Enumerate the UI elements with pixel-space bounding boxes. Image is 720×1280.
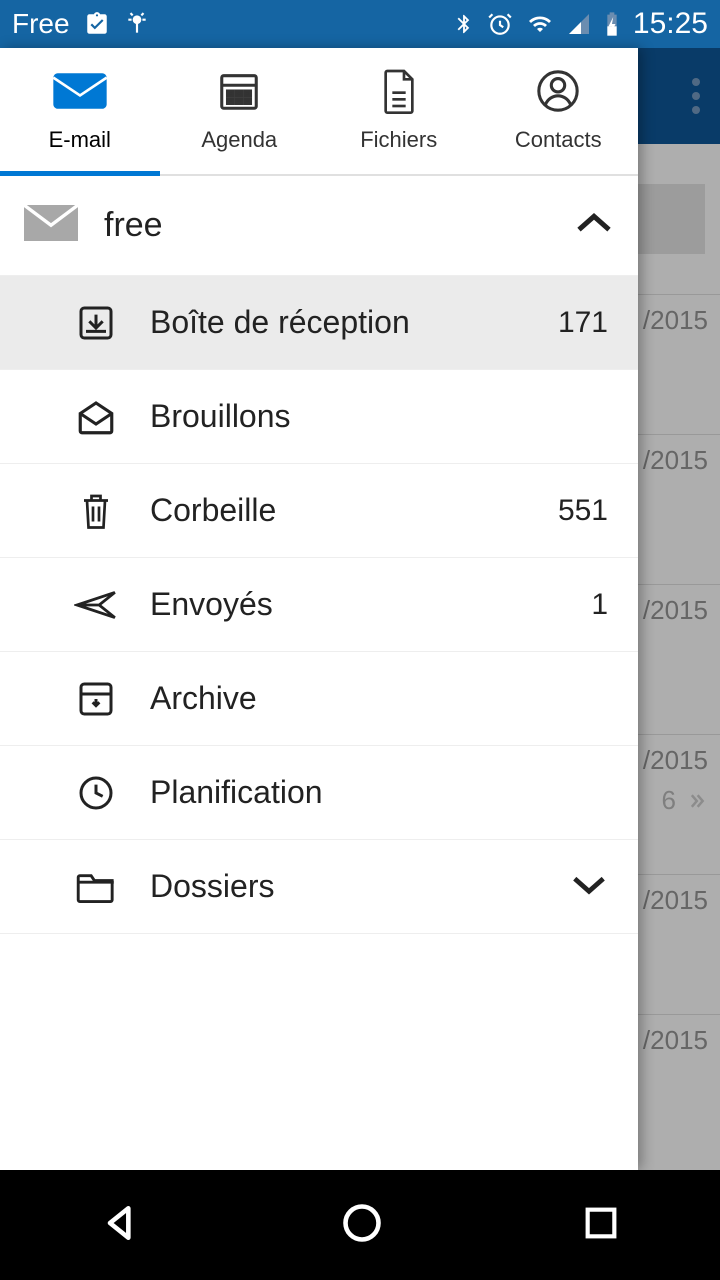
folder-label: Corbeille	[150, 492, 526, 529]
chevron-up-icon	[574, 210, 614, 241]
folder-archive[interactable]: Archive	[0, 652, 638, 746]
folder-count: 171	[558, 306, 608, 340]
clipboard-icon	[84, 11, 110, 37]
sent-icon	[74, 587, 118, 623]
more-icon[interactable]	[692, 78, 700, 114]
debug-icon	[124, 11, 150, 37]
mail-icon	[52, 69, 108, 113]
account-name: free	[104, 206, 548, 245]
person-icon	[535, 69, 581, 113]
tab-agenda[interactable]: Agenda	[160, 48, 320, 174]
back-button[interactable]	[99, 1201, 143, 1250]
tab-label: Agenda	[201, 127, 277, 153]
folder-list: Boîte de réception 171 Brouillons Corbei…	[0, 276, 638, 1170]
archive-icon	[74, 679, 118, 719]
home-button[interactable]	[340, 1201, 384, 1250]
folder-scheduled[interactable]: Planification	[0, 746, 638, 840]
status-bar: Free 15:25	[0, 0, 720, 48]
folder-label: Planification	[150, 774, 608, 811]
tab-label: E-mail	[49, 127, 111, 153]
clock-icon	[74, 773, 118, 813]
calendar-icon	[216, 69, 262, 113]
file-icon	[379, 69, 419, 113]
bluetooth-icon	[453, 11, 475, 37]
inbox-icon	[74, 303, 118, 343]
wifi-icon	[525, 12, 555, 36]
folder-trash[interactable]: Corbeille 551	[0, 464, 638, 558]
folder-drafts[interactable]: Brouillons	[0, 370, 638, 464]
tab-contacts[interactable]: Contacts	[479, 48, 639, 174]
mail-grey-icon	[24, 204, 78, 247]
drafts-icon	[74, 398, 118, 436]
recent-button[interactable]	[581, 1203, 621, 1248]
navigation-drawer: E-mail Agenda Fichiers Contacts free	[0, 48, 638, 1170]
drawer-tabs: E-mail Agenda Fichiers Contacts	[0, 48, 638, 176]
tab-email[interactable]: E-mail	[0, 48, 160, 174]
folder-label: Dossiers	[150, 868, 538, 905]
folder-sent[interactable]: Envoyés 1	[0, 558, 638, 652]
folder-label: Archive	[150, 680, 608, 717]
battery-icon	[603, 10, 621, 38]
signal-icon	[567, 12, 591, 36]
account-row[interactable]: free	[0, 176, 638, 276]
tab-files[interactable]: Fichiers	[319, 48, 479, 174]
android-navbar	[0, 1170, 720, 1280]
folder-label: Boîte de réception	[150, 304, 526, 341]
chevron-down-icon	[570, 868, 608, 905]
carrier-label: Free	[12, 8, 70, 40]
clock-label: 15:25	[633, 7, 708, 41]
trash-icon	[74, 490, 118, 532]
alarm-icon	[487, 11, 513, 37]
folder-inbox[interactable]: Boîte de réception 171	[0, 276, 638, 370]
folder-folders[interactable]: Dossiers	[0, 840, 638, 934]
folder-count: 551	[558, 494, 608, 528]
folder-icon	[74, 869, 118, 905]
folder-label: Envoyés	[150, 586, 559, 623]
tab-label: Contacts	[515, 127, 602, 153]
tab-label: Fichiers	[360, 127, 437, 153]
folder-count: 1	[591, 588, 608, 622]
folder-label: Brouillons	[150, 398, 608, 435]
